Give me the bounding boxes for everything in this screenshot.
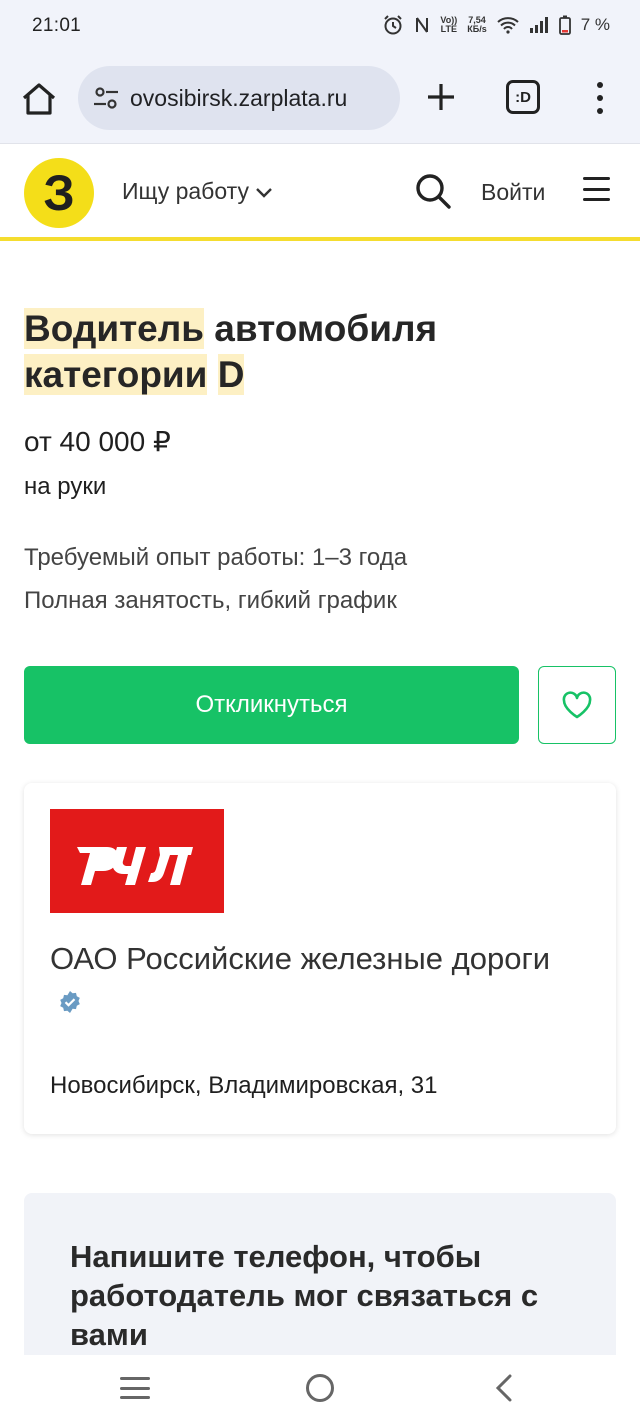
- title-highlight-3: D: [217, 354, 245, 395]
- site-header: З Ищу работу Войти: [0, 144, 640, 241]
- search-icon[interactable]: [414, 172, 452, 210]
- company-name[interactable]: ОАО Российские железные дороги: [50, 937, 570, 1023]
- phone-contact-block: Напишите телефон, чтобы работодатель мог…: [24, 1193, 616, 1358]
- favorite-button[interactable]: [538, 666, 616, 744]
- net-speed-unit: КБ/s: [467, 24, 487, 34]
- url-text[interactable]: ovosibirsk.zarplata.ru: [130, 85, 400, 112]
- login-link[interactable]: Войти: [481, 179, 545, 206]
- site-settings-icon[interactable]: [92, 84, 120, 112]
- nfc-icon: [416, 17, 429, 33]
- title-text-1: автомобиля: [204, 308, 438, 349]
- tab-switcher-button[interactable]: :D: [506, 80, 540, 114]
- title-highlight-1: Водитель: [24, 308, 205, 349]
- signal-icon: [529, 17, 548, 33]
- company-logo: [50, 809, 224, 913]
- title-space: [207, 354, 217, 395]
- verified-badge-icon: [60, 991, 80, 1013]
- back-icon[interactable]: [492, 1373, 516, 1403]
- browser-toolbar: ovosibirsk.zarplata.ru :D: [0, 52, 640, 144]
- salary-note: на руки: [24, 473, 107, 500]
- salary: от 40 000 ₽: [24, 426, 171, 457]
- status-time: 21:01: [32, 15, 82, 36]
- company-name-text[interactable]: ОАО Российские железные дороги: [50, 941, 550, 976]
- heart-icon: [562, 691, 592, 719]
- company-address: Новосибирск, Владимировская, 31: [50, 1072, 438, 1099]
- experience-requirement: Требуемый опыт работы: 1–3 года: [24, 544, 408, 571]
- wifi-icon: [497, 17, 519, 34]
- address-bar[interactable]: ovosibirsk.zarplata.ru: [78, 66, 400, 130]
- hamburger-menu-icon[interactable]: [583, 177, 610, 201]
- company-card[interactable]: ОАО Российские железные дороги Новосибир…: [24, 783, 616, 1134]
- phone-block-title: Напишите телефон, чтобы работодатель мог…: [70, 1239, 539, 1352]
- home-circle-icon[interactable]: [306, 1374, 334, 1402]
- vacancy-title: Водитель автомобиля категории D: [24, 306, 604, 398]
- volte-indicator: Vo)) LTE: [440, 16, 457, 34]
- status-bar: 21:01 Vo)) LTE 7,54 КБ/s 7 %: [0, 0, 640, 52]
- recent-apps-icon[interactable]: [120, 1377, 150, 1399]
- browser-menu-button[interactable]: [588, 78, 612, 118]
- rzd-logo-mark: [77, 847, 193, 885]
- plus-icon[interactable]: [424, 80, 458, 114]
- job-menu-label: Ищу работу: [122, 178, 249, 204]
- alarm-icon: [384, 15, 403, 35]
- apply-button[interactable]: Откликнуться: [24, 666, 519, 744]
- volte-bottom: LTE: [440, 24, 457, 34]
- site-logo[interactable]: З: [24, 158, 94, 228]
- battery-icon: [558, 15, 571, 35]
- home-icon[interactable]: [20, 80, 58, 118]
- chevron-down-icon: [256, 187, 272, 198]
- title-highlight-2: категории: [24, 354, 208, 395]
- employment-type: Полная занятость, гибкий график: [24, 587, 397, 614]
- system-navigation-bar: [0, 1355, 640, 1423]
- logo-letter: З: [43, 165, 75, 221]
- battery-percent: 7 %: [580, 15, 610, 34]
- job-search-menu[interactable]: Ищу работу: [122, 178, 273, 205]
- status-icons: Vo)) LTE 7,54 КБ/s 7 %: [382, 14, 610, 36]
- tab-switcher-label: :D: [515, 88, 531, 106]
- net-speed: 7,54 КБ/s: [467, 16, 486, 34]
